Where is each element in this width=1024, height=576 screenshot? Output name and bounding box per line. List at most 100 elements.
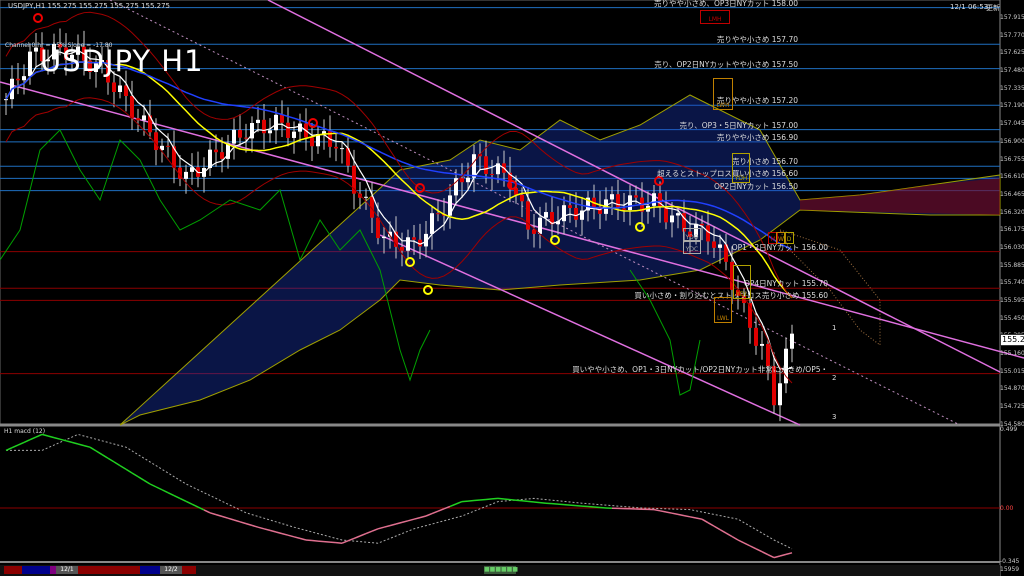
- macd-line: [131, 472, 139, 478]
- macd-line: [665, 511, 673, 514]
- macd-line: [107, 457, 115, 463]
- macd-line: [191, 503, 199, 508]
- price-chart[interactable]: [0, 0, 1024, 576]
- macd-line: [125, 468, 133, 474]
- price-axis-label: 157.480: [1000, 67, 1024, 75]
- macd-line: [179, 497, 187, 502]
- macd-axis-zero: 0.00: [1000, 505, 1014, 512]
- macd-line: [143, 479, 151, 485]
- candle: [538, 217, 542, 234]
- macd-line: [353, 535, 361, 540]
- candle: [286, 122, 290, 138]
- macd-line: [449, 503, 457, 508]
- macd-line: [185, 500, 193, 505]
- macd-line: [47, 435, 55, 439]
- candle: [652, 193, 656, 206]
- candle: [664, 207, 668, 223]
- macd-line: [203, 509, 211, 514]
- update-status: 更新: [986, 4, 1000, 12]
- price-axis-label: 155.595: [1000, 297, 1024, 305]
- macd-line: [83, 444, 91, 448]
- candle: [676, 213, 680, 216]
- candle: [280, 114, 284, 123]
- candle: [778, 383, 782, 406]
- macd-line: [167, 491, 175, 497]
- price-axis-label: 156.465: [1000, 190, 1024, 198]
- level-label: OP4日NYカット 155.70: [743, 279, 828, 289]
- timeline-segment: [140, 566, 160, 574]
- macd-line: [119, 464, 127, 470]
- price-axis-label: 156.320: [1000, 208, 1024, 216]
- price-axis-label: 156.755: [1000, 155, 1024, 163]
- macd-line: [65, 440, 73, 444]
- macd-line: [323, 540, 331, 543]
- candle: [574, 207, 578, 220]
- macd-title: H1 macd (12): [4, 428, 46, 435]
- candle: [220, 152, 224, 159]
- macd-line: [209, 512, 217, 516]
- macd-line: [293, 536, 301, 540]
- macd-line: [527, 500, 535, 503]
- macd-line: [479, 498, 487, 501]
- price-axis-label: 156.610: [1000, 173, 1024, 181]
- macd-line: [671, 512, 679, 516]
- macd-signal: [6, 433, 793, 550]
- candle: [712, 241, 716, 248]
- macd-line: [521, 500, 529, 503]
- candle: [430, 213, 434, 234]
- macd-line: [737, 539, 745, 544]
- level-label: 売り、OP3・5日NYカット 157.00: [679, 120, 799, 130]
- candle: [364, 196, 368, 198]
- macd-line: [509, 498, 517, 501]
- candle: [466, 177, 470, 183]
- macd-line: [467, 499, 475, 502]
- macd-line: [233, 519, 241, 523]
- candle: [544, 212, 548, 218]
- candle: [118, 85, 122, 93]
- timeline-segment: [78, 566, 140, 574]
- macd-line: [89, 446, 97, 452]
- price-axis-label: 156.175: [1000, 226, 1024, 234]
- macd-line: [377, 526, 385, 530]
- price-axis-label: 157.335: [1000, 84, 1024, 92]
- candle: [790, 333, 794, 349]
- macd-line: [785, 552, 793, 556]
- channel-mark-3: 3: [832, 413, 837, 421]
- macd-axis-max: 0.499: [1000, 426, 1018, 433]
- candle: [112, 82, 116, 93]
- macd-line: [401, 520, 409, 524]
- macd-line: [329, 541, 337, 544]
- timeline-segment: [182, 566, 196, 574]
- price-axis-label: 155.015: [1000, 367, 1024, 375]
- candle: [16, 78, 20, 81]
- macd-line: [101, 453, 109, 459]
- candle: [184, 171, 188, 179]
- macd-line: [59, 438, 67, 442]
- macd-line: [221, 515, 229, 519]
- macd-line: [365, 530, 373, 535]
- channel-mark-1: 1: [832, 324, 837, 332]
- timeline-tab-2[interactable]: 12/2: [160, 566, 182, 574]
- candle: [436, 213, 440, 215]
- price-axis-label: 157.190: [1000, 102, 1024, 110]
- macd-line: [371, 528, 379, 532]
- candle: [460, 178, 464, 183]
- macd-line: [317, 540, 325, 543]
- candle: [568, 205, 572, 208]
- macd-line: [731, 535, 739, 541]
- level-label: 売りやや小さめ 157.70: [716, 35, 798, 45]
- candle: [130, 95, 134, 119]
- macd-line: [383, 524, 391, 528]
- candle: [136, 118, 140, 121]
- candle: [520, 194, 524, 202]
- macd-line: [149, 483, 157, 488]
- candle: [268, 130, 272, 134]
- box-d: D: [784, 232, 794, 244]
- macd-line: [695, 517, 703, 520]
- candle: [166, 145, 170, 147]
- macd-line: [71, 441, 79, 445]
- candle: [718, 244, 722, 248]
- price-axis-label: 157.045: [1000, 120, 1024, 128]
- candle: [610, 194, 614, 200]
- timeline-tab-1[interactable]: 12/1: [56, 566, 78, 574]
